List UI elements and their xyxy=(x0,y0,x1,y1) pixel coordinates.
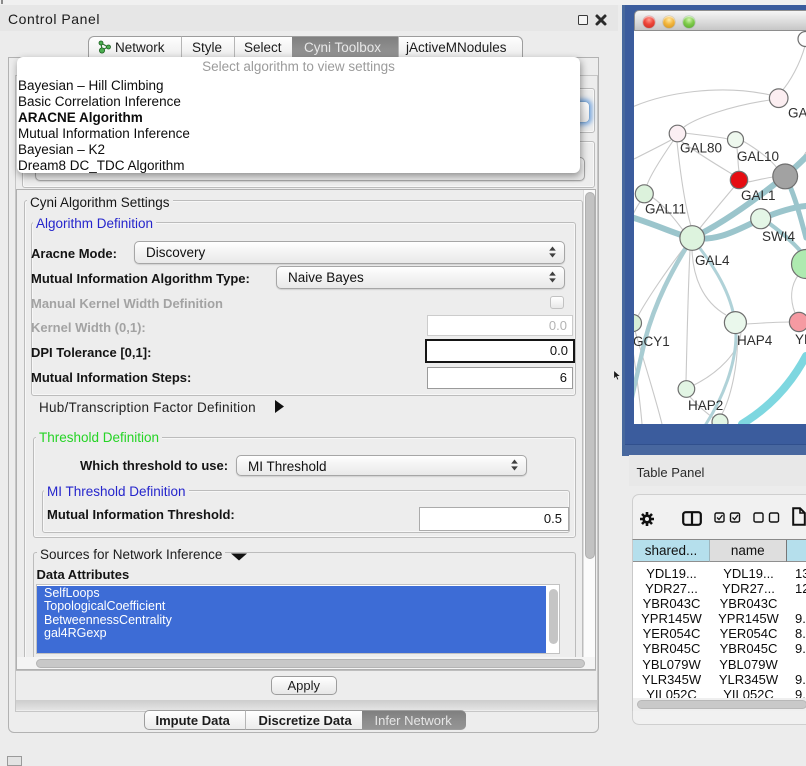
svg-text:GAL2: GAL2 xyxy=(788,106,806,121)
svg-text:GAL1: GAL1 xyxy=(741,188,776,203)
svg-text:HAP4: HAP4 xyxy=(737,333,773,348)
svg-text:GAL80: GAL80 xyxy=(680,141,722,156)
svg-text:GAL10: GAL10 xyxy=(737,149,779,164)
svg-text:SWI4: SWI4 xyxy=(762,229,795,244)
svg-text:GCY1: GCY1 xyxy=(634,334,670,349)
svg-text:GAL4: GAL4 xyxy=(695,253,730,268)
svg-text:HAP2: HAP2 xyxy=(688,398,723,413)
svg-text:GAL11: GAL11 xyxy=(645,202,686,217)
svg-text:YM: YM xyxy=(795,332,806,347)
